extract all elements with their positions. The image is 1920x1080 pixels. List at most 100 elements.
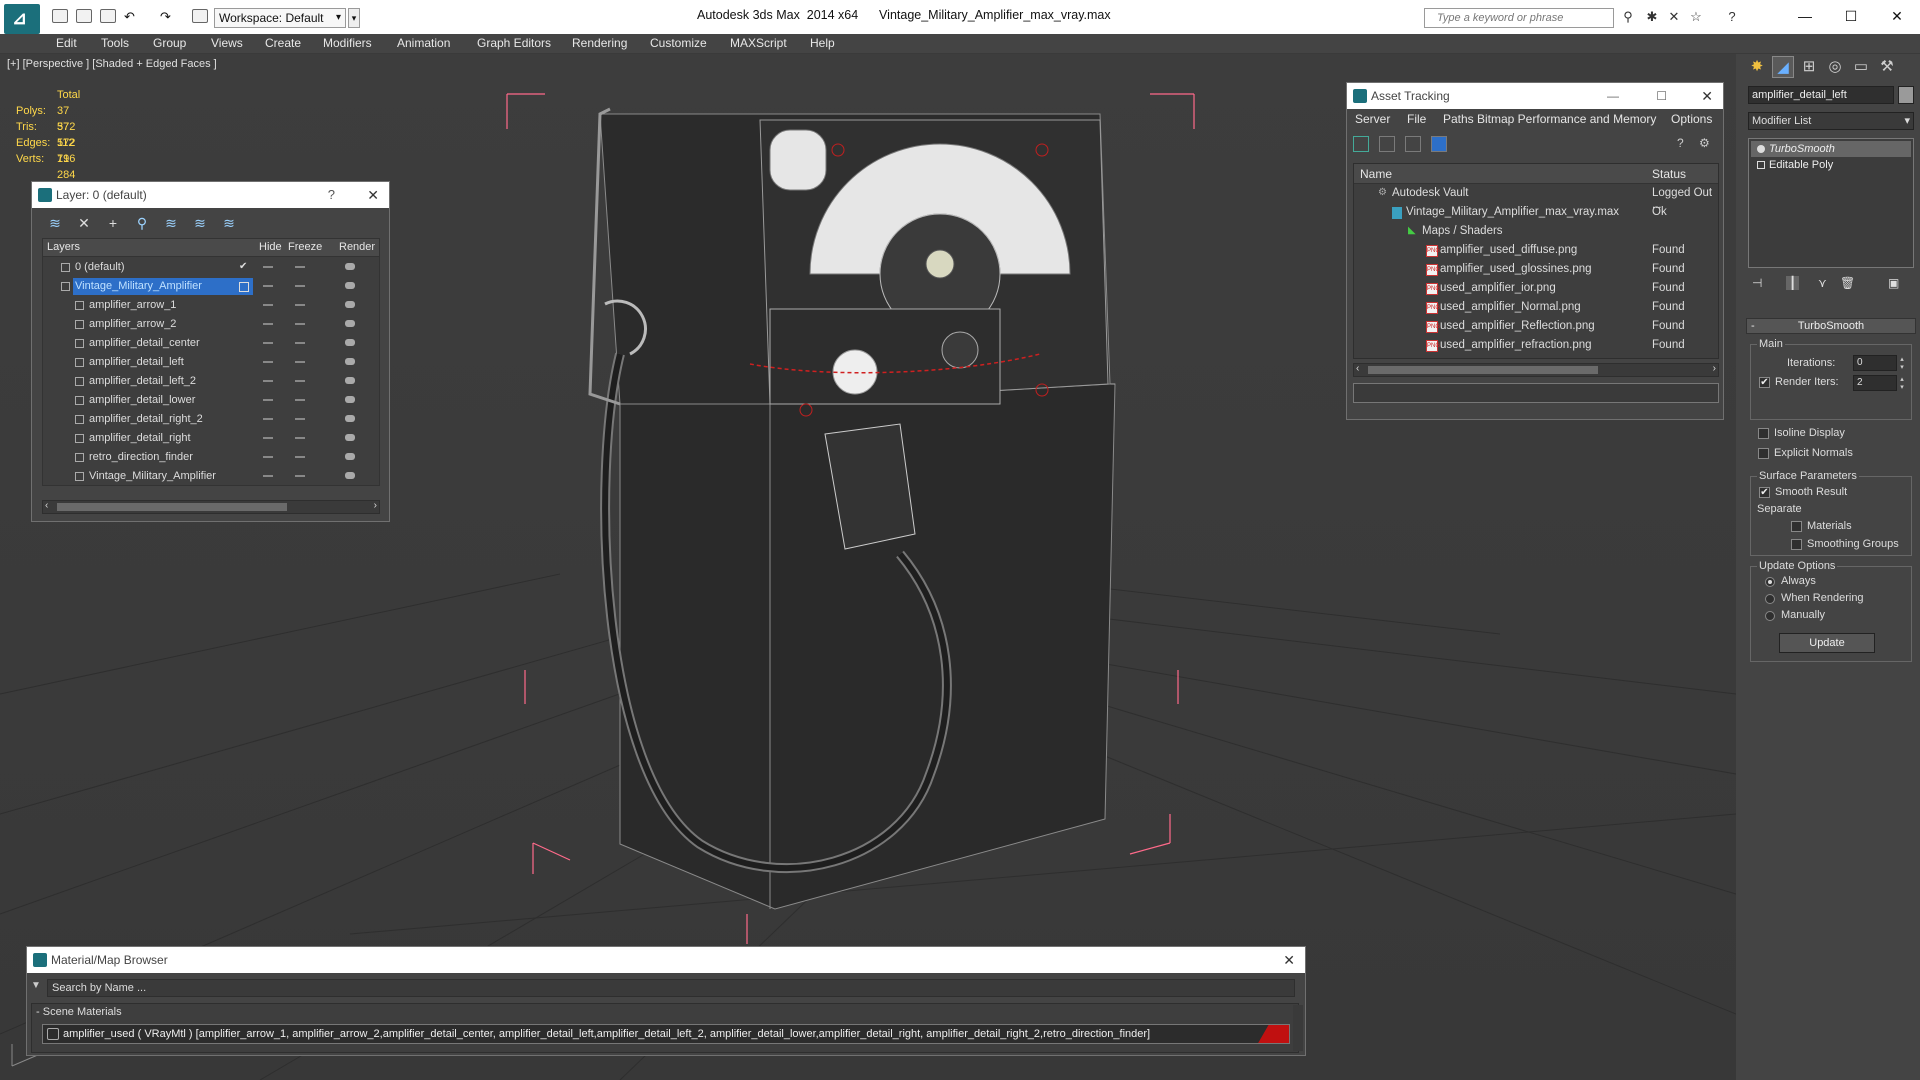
freeze-toggle[interactable] [295, 456, 305, 458]
project-folder-icon[interactable] [192, 9, 208, 23]
asset-row[interactable]: ◣ Maps / Shaders [1354, 222, 1718, 241]
freeze-toggle[interactable] [295, 437, 305, 439]
freeze-toggle[interactable] [295, 418, 305, 420]
hide-toggle[interactable] [263, 456, 273, 458]
viewport-label[interactable]: [+] [Perspective ] [Shaded + Edged Faces… [7, 58, 217, 70]
communication-center-icon[interactable]: ✕ [1666, 10, 1682, 24]
hide-toggle[interactable] [263, 418, 273, 420]
layer-object-row[interactable]: amplifier_detail_center [43, 334, 379, 353]
render-toggle[interactable] [345, 263, 355, 270]
hide-toggle[interactable] [263, 399, 273, 401]
stack-item-turbosmooth[interactable]: TurboSmooth [1751, 141, 1911, 157]
make-unique-icon[interactable]: ⋎ [1818, 276, 1827, 290]
menu-maxscript[interactable]: MAXScript [730, 36, 787, 50]
asset-row[interactable]: ⚙ Autodesk Vault Logged Out ... [1354, 184, 1718, 211]
material-browser-title-bar[interactable]: Material/Map Browser ✕ [27, 947, 1305, 973]
minimize-icon[interactable]: — [1607, 83, 1619, 109]
pin-stack-icon[interactable]: ⊣ [1752, 276, 1762, 290]
binoculars-icon[interactable]: ⚲ [1620, 10, 1636, 24]
asset-menu-paths[interactable]: Paths [1443, 112, 1474, 126]
freeze-toggle[interactable] [295, 304, 305, 306]
hide-toggle[interactable] [263, 323, 273, 325]
layer-object-row[interactable]: amplifier_detail_right_2 [43, 410, 379, 429]
render-toggle[interactable] [345, 396, 355, 403]
asset-row[interactable]: PNG amplifier_used_glossines.png Found [1354, 260, 1718, 279]
render-toggle[interactable] [345, 339, 355, 346]
render-iters-checkbox[interactable]: ✔ [1759, 377, 1770, 388]
hierarchy-tab-icon[interactable]: ⊞ [1798, 56, 1820, 78]
explicit-normals-checkbox[interactable] [1758, 448, 1769, 459]
render-toggle[interactable] [345, 415, 355, 422]
menu-animation[interactable]: Animation [397, 36, 450, 50]
motion-tab-icon[interactable]: ◎ [1824, 56, 1846, 78]
layer-row[interactable]: 0 (default) ✔ [43, 258, 379, 277]
add-to-layer-icon[interactable]: + [105, 215, 121, 231]
close-icon[interactable]: ✕ [1283, 947, 1295, 973]
layer-horizontal-scrollbar[interactable]: ‹ › [42, 500, 380, 514]
workspace-select[interactable]: Workspace: Default [214, 8, 346, 28]
render-toggle[interactable] [345, 434, 355, 441]
save-file-icon[interactable] [100, 9, 116, 23]
close-icon[interactable]: ✕ [367, 182, 379, 208]
iterations-spinner[interactable]: 0 [1853, 355, 1908, 371]
utilities-tab-icon[interactable]: ⚒ [1876, 56, 1898, 78]
render-column-header[interactable]: Render [339, 241, 375, 253]
asset-row[interactable]: PNG used_amplifier_refraction.png Found [1354, 336, 1718, 355]
render-toggle[interactable] [345, 358, 355, 365]
scene-materials-label[interactable]: - Scene Materials [36, 1006, 122, 1018]
asset-row[interactable]: PNG amplifier_used_diffuse.png Found [1354, 241, 1718, 260]
subscription-icon[interactable]: ✱ [1644, 10, 1660, 24]
material-entry[interactable]: amplifier_used ( VRayMtl ) [amplifier_ar… [42, 1024, 1290, 1044]
undo-icon[interactable]: ↶ [124, 9, 140, 24]
new-file-icon[interactable] [52, 9, 68, 23]
modifier-on-bulb-icon[interactable] [1757, 145, 1765, 153]
layer-object-row[interactable]: amplifier_arrow_1 [43, 296, 379, 315]
delete-layer-icon[interactable]: ✕ [76, 215, 92, 231]
scroll-left-icon[interactable]: ‹ [1356, 363, 1359, 374]
hide-toggle[interactable] [263, 361, 273, 363]
smooth-result-checkbox[interactable]: ✔ [1759, 487, 1770, 498]
thumbnail-view-icon[interactable] [1405, 136, 1421, 152]
render-toggle[interactable] [345, 377, 355, 384]
hide-toggle[interactable] [263, 304, 273, 306]
perspective-viewport[interactable]: [+] [Perspective ] [Shaded + Edged Faces… [0, 54, 1736, 1080]
asset-menu-bitmap-performance[interactable]: Bitmap Performance and Memory [1477, 112, 1656, 126]
asset-row[interactable]: Vintage_Military_Amplifier_max_vray.max … [1354, 203, 1718, 222]
status-column-header[interactable]: Status [1652, 167, 1686, 181]
menu-help[interactable]: Help [810, 36, 835, 50]
scroll-right-icon[interactable]: › [1713, 363, 1716, 374]
favorites-star-icon[interactable]: ☆ [1688, 10, 1704, 24]
scroll-right-icon[interactable]: › [374, 500, 377, 511]
menu-modifiers[interactable]: Modifiers [323, 36, 372, 50]
scroll-thumb[interactable] [57, 503, 287, 511]
layer-object-row[interactable]: Vintage_Military_Amplifier [43, 467, 379, 486]
layer-object-row[interactable]: retro_direction_finder [43, 448, 379, 467]
stack-item-editable-poly[interactable]: Editable Poly [1751, 157, 1911, 173]
layer-object-row[interactable]: amplifier_detail_left [43, 353, 379, 372]
layer-row-selected[interactable]: Vintage_Military_Amplifier [43, 277, 379, 296]
highlight-layer-icon[interactable]: ≋ [163, 215, 179, 231]
hide-column-header[interactable]: Hide [259, 241, 282, 253]
redo-icon[interactable]: ↷ [160, 9, 176, 24]
show-end-result-icon[interactable]: ┃ [1786, 276, 1800, 290]
help-icon[interactable]: ? [328, 182, 335, 208]
maximize-button[interactable]: ☐ [1828, 4, 1874, 28]
hide-toggle[interactable] [263, 475, 273, 477]
object-name-input[interactable]: amplifier_detail_left [1748, 86, 1894, 104]
render-toggle[interactable] [345, 472, 355, 479]
update-button[interactable]: Update [1779, 633, 1875, 653]
render-toggle[interactable] [345, 320, 355, 327]
list-view-icon[interactable] [1379, 136, 1395, 152]
asset-menu-options[interactable]: Options [1671, 112, 1712, 126]
freeze-toggle[interactable] [295, 399, 305, 401]
maximize-icon[interactable]: ☐ [1656, 83, 1667, 109]
refresh-icon[interactable] [1353, 136, 1369, 152]
freeze-toggle[interactable] [295, 266, 305, 268]
layer-window-title-bar[interactable]: Layer: 0 (default) ? ✕ [32, 182, 389, 208]
app-menu-button[interactable]: ⊿ [4, 4, 40, 34]
hide-toggle[interactable] [263, 266, 273, 268]
freeze-column-header[interactable]: Freeze [288, 241, 322, 253]
close-icon[interactable]: ✕ [1701, 83, 1713, 109]
quick-access-dropdown[interactable]: ▾ [348, 8, 360, 28]
set-active-layer-box[interactable] [239, 282, 249, 292]
